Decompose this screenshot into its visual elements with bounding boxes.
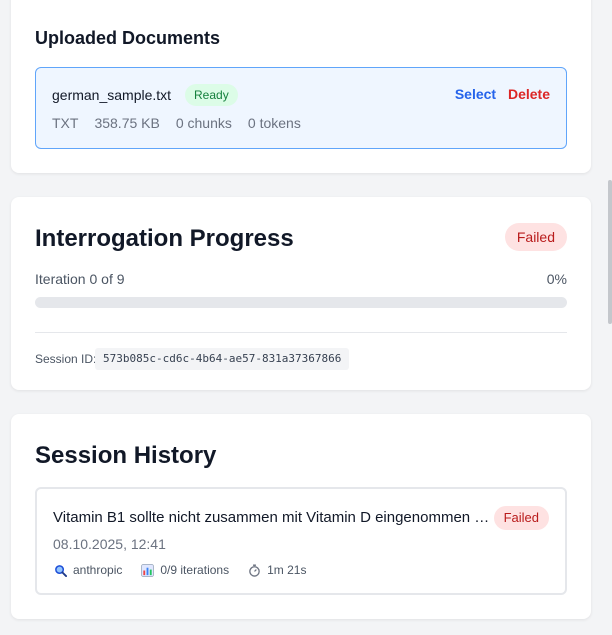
session-id-label: Session ID: xyxy=(35,352,97,366)
document-meta: TXT 358.75 KB 0 chunks 0 tokens xyxy=(52,115,301,131)
progress-status-badge: Failed xyxy=(504,223,567,251)
session-provider: anthropic xyxy=(53,563,122,577)
document-size: 358.75 KB xyxy=(94,115,160,131)
session-id-value: 573b085c-cd6c-4b64-ae57-831a37367866 xyxy=(95,348,350,370)
progress-title: Interrogation Progress xyxy=(35,225,294,252)
session-history-item[interactable]: Vitamin B1 sollte nicht zusammen mit Vit… xyxy=(35,487,567,595)
document-name: german_sample.txt xyxy=(52,87,172,103)
session-history-card: Session History Vitamin B1 sollte nicht … xyxy=(11,414,591,619)
page-scrollbar[interactable] xyxy=(608,180,612,324)
document-item[interactable]: german_sample.txt Ready Select Delete TX… xyxy=(35,67,567,149)
session-query: Vitamin B1 sollte nicht zusammen mit Vit… xyxy=(53,509,493,526)
session-status-badge: Failed xyxy=(493,506,549,530)
bar-chart-icon xyxy=(140,563,154,577)
stopwatch-icon xyxy=(247,563,261,577)
document-type: TXT xyxy=(52,115,79,131)
document-status-badge: Ready xyxy=(185,84,238,106)
document-tokens: 0 tokens xyxy=(247,115,301,131)
select-document-button[interactable]: Select xyxy=(455,86,496,102)
session-meta: anthropic 0/9 iterations 1m 21s xyxy=(53,563,306,577)
progress-bar xyxy=(35,297,567,308)
document-chunks: 0 chunks xyxy=(175,115,232,131)
session-duration-label: 1m 21s xyxy=(267,563,307,577)
uploaded-documents-title: Uploaded Documents xyxy=(35,28,221,48)
session-history-title: Session History xyxy=(35,442,217,469)
magnifier-icon xyxy=(53,563,67,577)
session-date: 08.10.2025, 12:41 xyxy=(53,536,166,552)
session-iterations-label: 0/9 iterations xyxy=(160,563,230,577)
iteration-counter: Iteration 0 of 9 xyxy=(35,271,125,287)
session-duration: 1m 21s xyxy=(247,563,306,577)
uploaded-documents-card: Uploaded Documents german_sample.txt Rea… xyxy=(11,0,591,173)
delete-document-button[interactable]: Delete xyxy=(508,86,550,102)
session-iterations: 0/9 iterations xyxy=(140,563,229,577)
session-provider-label: anthropic xyxy=(73,563,123,577)
document-actions: Select Delete xyxy=(455,86,550,102)
divider xyxy=(35,332,567,333)
progress-percent: 0% xyxy=(546,271,567,287)
interrogation-progress-card: Interrogation Progress Failed Iteration … xyxy=(11,197,591,390)
